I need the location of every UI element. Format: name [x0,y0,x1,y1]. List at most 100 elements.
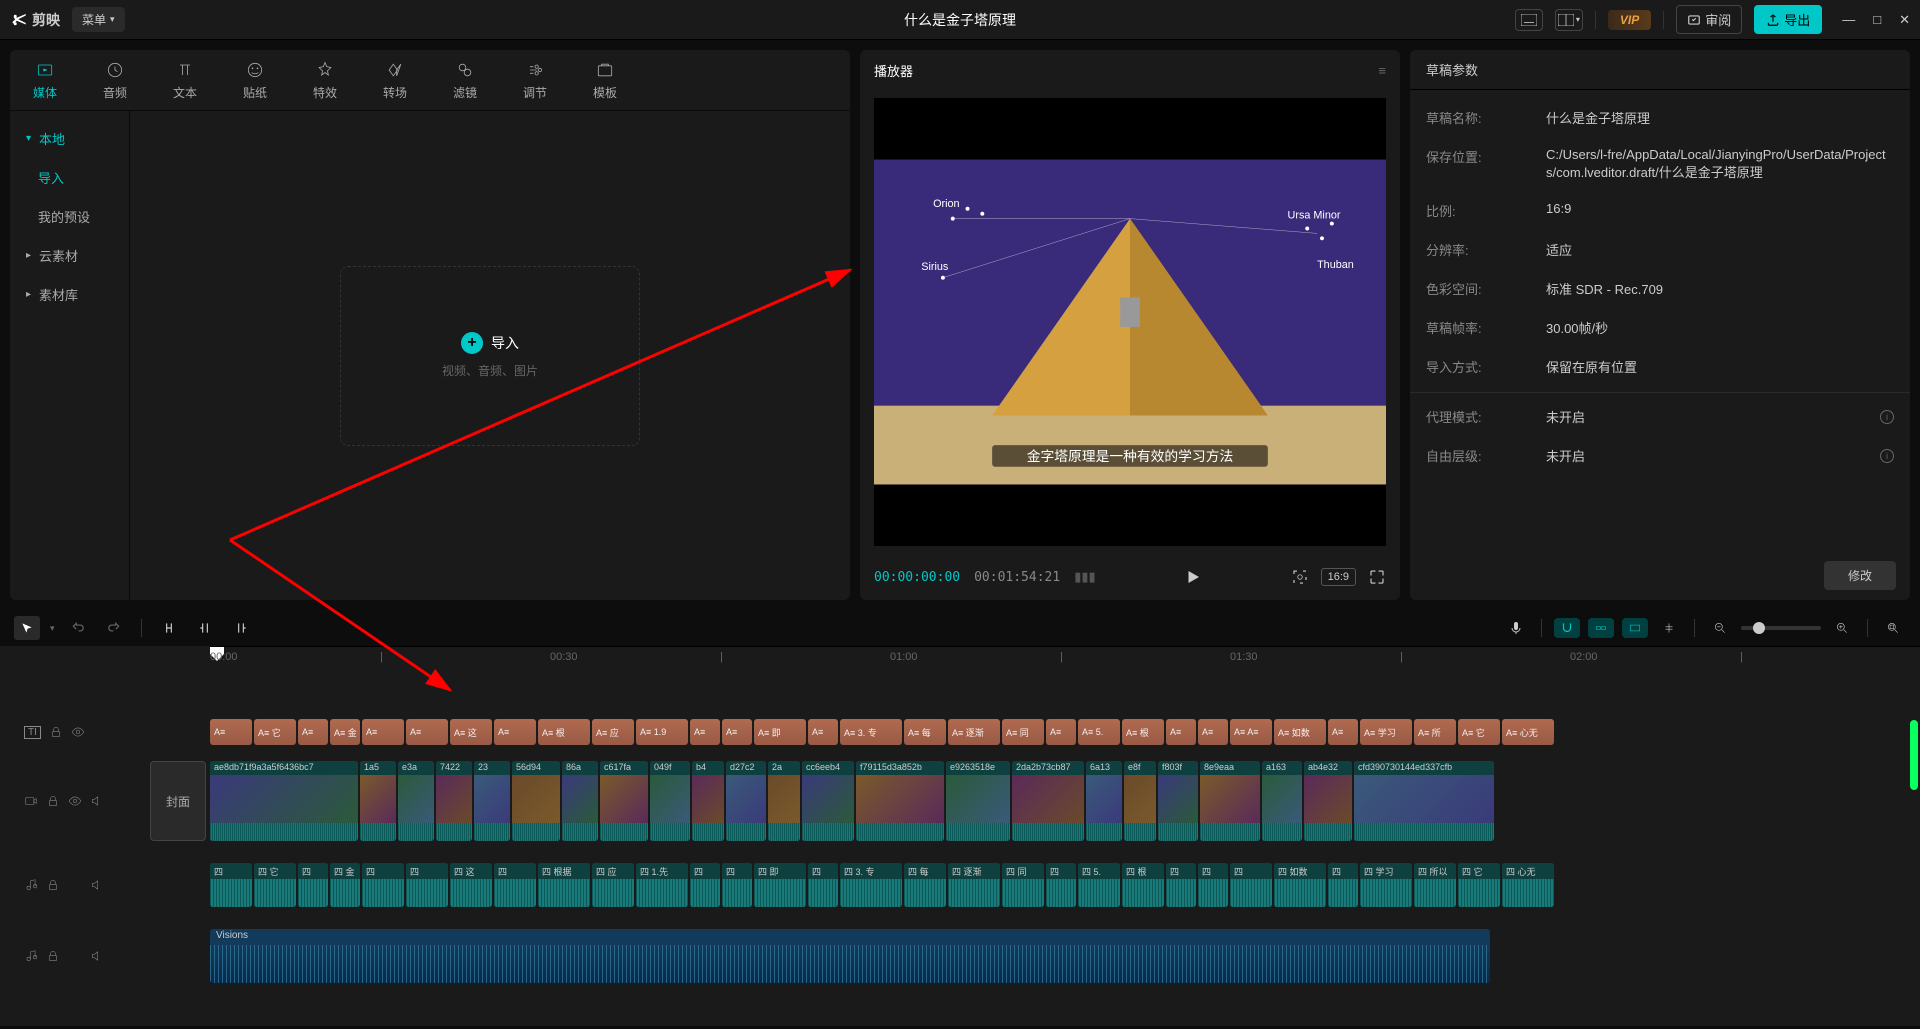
timecode-current[interactable]: 00:00:00:00 [874,570,960,585]
zoom-fit-button[interactable] [1880,616,1906,640]
preview-tool[interactable] [1622,618,1648,638]
export-button[interactable]: 导出 [1754,5,1822,34]
link-tool[interactable] [1588,618,1614,638]
audio-clip[interactable]: 四 [808,863,838,907]
text-clip[interactable]: A≡ 所 [1414,719,1456,745]
audio-clip[interactable]: 四 1.先 [636,863,688,907]
audio-clip[interactable]: 四 根 [1122,863,1164,907]
text-clip[interactable]: A≡ 1.9 [636,719,688,745]
sidebar-item-cloud[interactable]: 云素材 [10,236,129,275]
text-clip[interactable]: A≡ [1328,719,1358,745]
audio-clip[interactable]: 四 每 [904,863,946,907]
video-clip[interactable]: 2a [768,761,800,841]
video-clip[interactable]: cc6eeb4 [802,761,854,841]
media-tab-6[interactable]: 滤镜 [430,50,500,110]
text-clip[interactable]: A≡ 根 [1122,719,1164,745]
fullscreen-icon[interactable] [1368,568,1386,586]
media-tab-7[interactable]: 调节 [500,50,570,110]
text-clip[interactable]: A≡ [210,719,252,745]
audio-clip[interactable]: 四 [690,863,720,907]
audio-clip[interactable]: 四 它 [254,863,296,907]
undo-button[interactable] [65,616,91,640]
audio-clip[interactable]: 四 3. 专 [840,863,902,907]
text-clip[interactable]: A≡ 每 [904,719,946,745]
vip-badge[interactable]: VIP [1608,10,1651,30]
audio-clip[interactable]: 四 它 [1458,863,1500,907]
video-clip[interactable]: c617fa [600,761,648,841]
lock-icon[interactable] [46,794,60,808]
media-tab-2[interactable]: 文本 [150,50,220,110]
video-clip[interactable]: b4 [692,761,724,841]
timeline-ruler[interactable]: 00:00|00:30|01:00|01:30|02:00| [210,646,1920,672]
audio-clip[interactable]: 四 [1166,863,1196,907]
eye-icon[interactable] [71,725,85,739]
audio-clip[interactable]: 四 [494,863,536,907]
audio-clip[interactable]: 四 金 [330,863,360,907]
music-lane[interactable]: Visions [210,926,1920,986]
video-clip[interactable]: 2da2b73cb87 [1012,761,1084,841]
layout-icon[interactable]: ▾ [1555,9,1583,31]
maximize-icon[interactable]: □ [1873,12,1881,28]
video-clip[interactable]: ae8db71f9a3a5f6436bc7 [210,761,358,841]
player-menu-icon[interactable]: ≡ [1378,63,1386,78]
info-icon[interactable]: i [1880,449,1894,463]
split-right-tool[interactable] [228,616,254,640]
mute-icon[interactable] [90,949,104,963]
video-clip[interactable]: a163 [1262,761,1302,841]
menu-button[interactable]: 菜单 ▾ [72,7,125,32]
focus-icon[interactable] [1291,568,1309,586]
volume-bars-icon[interactable]: ▮▮▮ [1074,569,1095,585]
chevron-down-icon[interactable]: ▾ [50,623,55,634]
audio-clip[interactable]: 四 应 [592,863,634,907]
text-clip[interactable]: A≡ 如数 [1274,719,1326,745]
text-clip[interactable]: A≡ 学习 [1360,719,1412,745]
audio-clip[interactable]: 四 [298,863,328,907]
media-tab-3[interactable]: 贴纸 [220,50,290,110]
text-clip[interactable]: A≡ 它 [254,719,296,745]
audio-clip[interactable]: 四 即 [754,863,806,907]
minimize-icon[interactable]: — [1842,12,1855,28]
redo-button[interactable] [101,616,127,640]
mute-icon[interactable] [90,794,104,808]
audio-clip[interactable]: 四 [1230,863,1272,907]
video-clip[interactable]: e8f [1124,761,1156,841]
mic-icon[interactable] [1503,616,1529,640]
text-clip[interactable]: A≡ [722,719,752,745]
text-clip[interactable]: A≡ [808,719,838,745]
media-tab-0[interactable]: 媒体 [10,50,80,110]
media-tab-4[interactable]: 特效 [290,50,360,110]
audio-clip[interactable]: 四 根据 [538,863,590,907]
video-clip[interactable]: cfd390730144ed337cfb [1354,761,1494,841]
lock-icon[interactable] [49,725,63,739]
audio-clip[interactable]: 四 心无 [1502,863,1554,907]
text-clip[interactable]: A≡ 根 [538,719,590,745]
text-clip[interactable]: A≡ 金 [330,719,360,745]
text-clip[interactable]: A≡ 逐渐 [948,719,1000,745]
aspect-ratio-badge[interactable]: 16:9 [1321,568,1356,586]
audio-clip[interactable]: 四 学习 [1360,863,1412,907]
audio-clip[interactable]: 四 [1198,863,1228,907]
lock-icon[interactable] [46,878,60,892]
text-clip[interactable]: A≡ [298,719,328,745]
text-clip[interactable]: A≡ 这 [450,719,492,745]
media-tab-8[interactable]: 模板 [570,50,640,110]
text-lane[interactable]: A≡A≡ 它A≡A≡ 金A≡A≡A≡ 这A≡A≡ 根A≡ 应A≡ 1.9A≡A≡… [210,712,1920,752]
text-clip[interactable]: A≡ [1198,719,1228,745]
audio-clip[interactable]: 四 [210,863,252,907]
audio-clip[interactable]: 四 [1046,863,1076,907]
text-clip[interactable]: A≡ 应 [592,719,634,745]
text-clip[interactable]: A≡ 5. [1078,719,1120,745]
sidebar-item-local[interactable]: 本地 [10,119,129,158]
close-icon[interactable]: ✕ [1899,12,1910,28]
import-dropzone[interactable]: + 导入 视频、音频、图片 [340,266,640,446]
video-clip[interactable]: 23 [474,761,510,841]
video-clip[interactable]: f79115d3a852b [856,761,944,841]
video-clip[interactable]: d27c2 [726,761,766,841]
eye-icon[interactable] [68,794,82,808]
audio-clip[interactable]: 四 如数 [1274,863,1326,907]
video-clip[interactable]: 86a [562,761,598,841]
split-left-tool[interactable] [192,616,218,640]
lock-icon[interactable] [46,949,60,963]
video-clip[interactable]: e3a [398,761,434,841]
sidebar-item-presets[interactable]: 我的预设 [10,197,129,236]
